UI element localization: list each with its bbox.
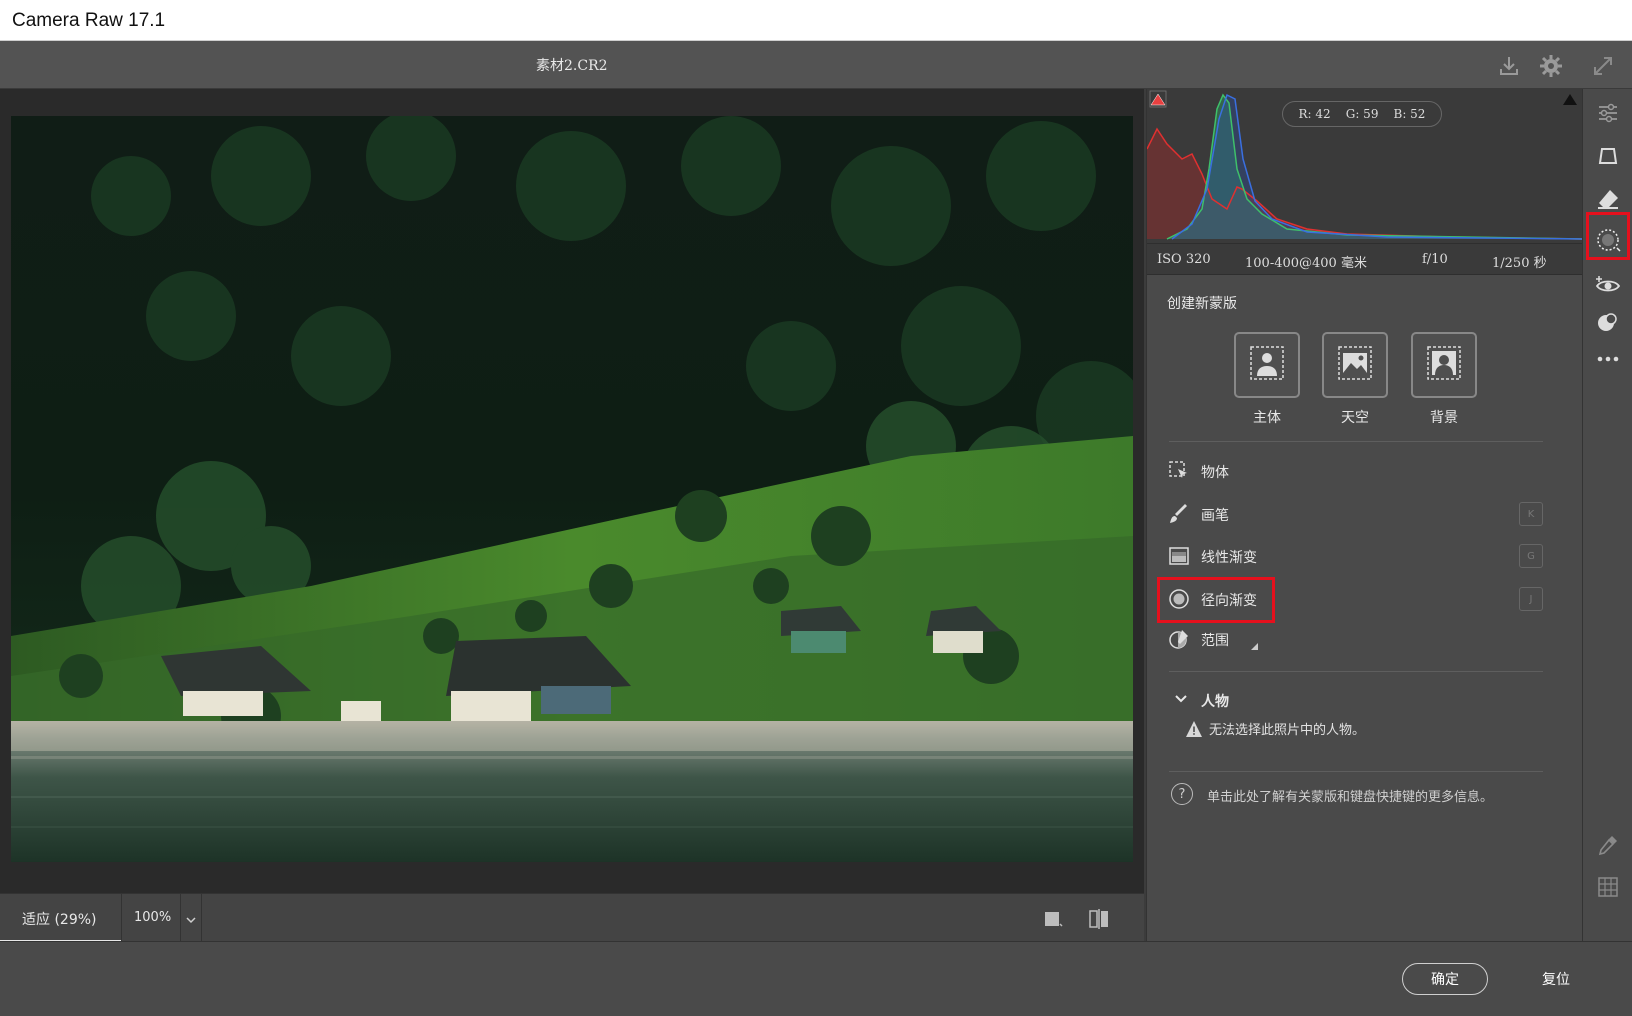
more-icon[interactable] (1583, 340, 1632, 378)
chevron-down-icon (186, 909, 196, 928)
divider (1169, 771, 1543, 772)
sliders-icon[interactable] (1583, 94, 1632, 132)
range-icon (1167, 627, 1191, 651)
grid-icon[interactable] (1583, 868, 1632, 906)
tool-rail (1582, 89, 1632, 941)
shutter-value: 1/250 秒 (1492, 256, 1547, 271)
window-titlebar: Camera Raw 17.1 (0, 0, 1632, 41)
tool-object[interactable]: 物体 (1167, 455, 1563, 487)
zoom-100-button[interactable]: 100% (121, 894, 181, 942)
help-link-text[interactable]: 单击此处了解有关蒙版和键盘快捷键的更多信息。 (1207, 786, 1493, 805)
fullscreen-icon[interactable] (1590, 53, 1616, 79)
tool-brush-shortcut: K (1519, 502, 1543, 526)
divider (1169, 671, 1543, 672)
photo-preview[interactable] (11, 116, 1133, 862)
brush-icon (1167, 502, 1191, 526)
masking-tool-highlight (1586, 212, 1630, 260)
document-topbar: 素材2.CR2 (0, 41, 1632, 89)
sky-mask-button[interactable] (1322, 332, 1388, 398)
camera-info-bar: ISO 320 100-400@400 毫米 f/10 1/250 秒 (1147, 243, 1583, 275)
tool-brush[interactable]: 画笔 K (1167, 498, 1563, 530)
tool-range-label: 范围 (1201, 633, 1229, 649)
people-section-title[interactable]: 人物 (1201, 691, 1229, 711)
warning-icon (1185, 720, 1203, 738)
zoom-bar: 适应 (29%) 100% (0, 893, 1144, 942)
rgb-readout: R: 42 G: 59 B: 52 (1282, 101, 1442, 127)
sky-label: 天空 (1341, 410, 1369, 426)
image-canvas[interactable] (0, 89, 1144, 893)
sky-icon (1335, 343, 1375, 387)
tool-brush-label: 画笔 (1201, 508, 1229, 524)
presets-icon[interactable] (1583, 303, 1632, 341)
reset-button[interactable]: 复位 (1526, 963, 1586, 995)
divider (1169, 441, 1543, 442)
redeye-icon[interactable] (1583, 266, 1632, 304)
single-view-icon[interactable] (1040, 906, 1066, 932)
background-icon (1424, 343, 1464, 387)
radial-gradient-highlight (1157, 577, 1275, 623)
tool-radial-shortcut: J (1519, 587, 1543, 611)
subject-label: 主体 (1253, 410, 1281, 426)
g-value: G: 59 (1345, 107, 1379, 121)
eyedropper-icon[interactable] (1583, 826, 1632, 864)
window-title: Camera Raw 17.1 (12, 10, 166, 31)
gear-icon[interactable] (1538, 53, 1564, 79)
right-panel: R: 42 G: 59 B: 52 ISO 320 100-400@400 毫米… (1146, 89, 1584, 941)
dialog-footer: 确定 复位 (0, 941, 1632, 1016)
background-label: 背景 (1430, 410, 1458, 426)
linear-gradient-icon (1167, 544, 1191, 568)
lens-value: 100-400@400 毫米 (1245, 256, 1367, 271)
histogram: R: 42 G: 59 B: 52 (1146, 89, 1584, 243)
before-after-icon[interactable] (1086, 906, 1112, 932)
people-warning-text: 无法选择此照片中的人物。 (1209, 723, 1366, 738)
tool-object-label: 物体 (1201, 465, 1229, 481)
ok-button[interactable]: 确定 (1402, 963, 1488, 995)
object-select-icon (1167, 459, 1191, 483)
subject-mask-button[interactable] (1234, 332, 1300, 398)
b-value: B: 52 (1393, 107, 1426, 121)
zoom-fit-button[interactable]: 适应 (29%) (0, 894, 121, 942)
download-icon[interactable] (1496, 53, 1522, 79)
zoom-dropdown[interactable] (181, 894, 202, 942)
r-value: R: 42 (1298, 107, 1331, 121)
background-mask-button[interactable] (1411, 332, 1477, 398)
iso-value: ISO 320 (1157, 252, 1211, 267)
aperture-value: f/10 (1422, 252, 1448, 267)
tool-range[interactable]: 范围 (1167, 623, 1563, 655)
chevron-down-icon[interactable] (1173, 691, 1189, 707)
create-mask-title: 创建新蒙版 (1167, 296, 1237, 312)
file-name: 素材2.CR2 (536, 58, 608, 74)
subject-icon (1247, 343, 1287, 387)
tool-linear-gradient-label: 线性渐变 (1201, 550, 1257, 566)
range-submenu-icon (1251, 635, 1258, 654)
tool-linear-shortcut: G (1519, 544, 1543, 568)
tool-linear-gradient[interactable]: 线性渐变 G (1167, 540, 1563, 572)
crop-icon[interactable] (1583, 138, 1632, 176)
help-icon[interactable]: ? (1171, 783, 1193, 805)
